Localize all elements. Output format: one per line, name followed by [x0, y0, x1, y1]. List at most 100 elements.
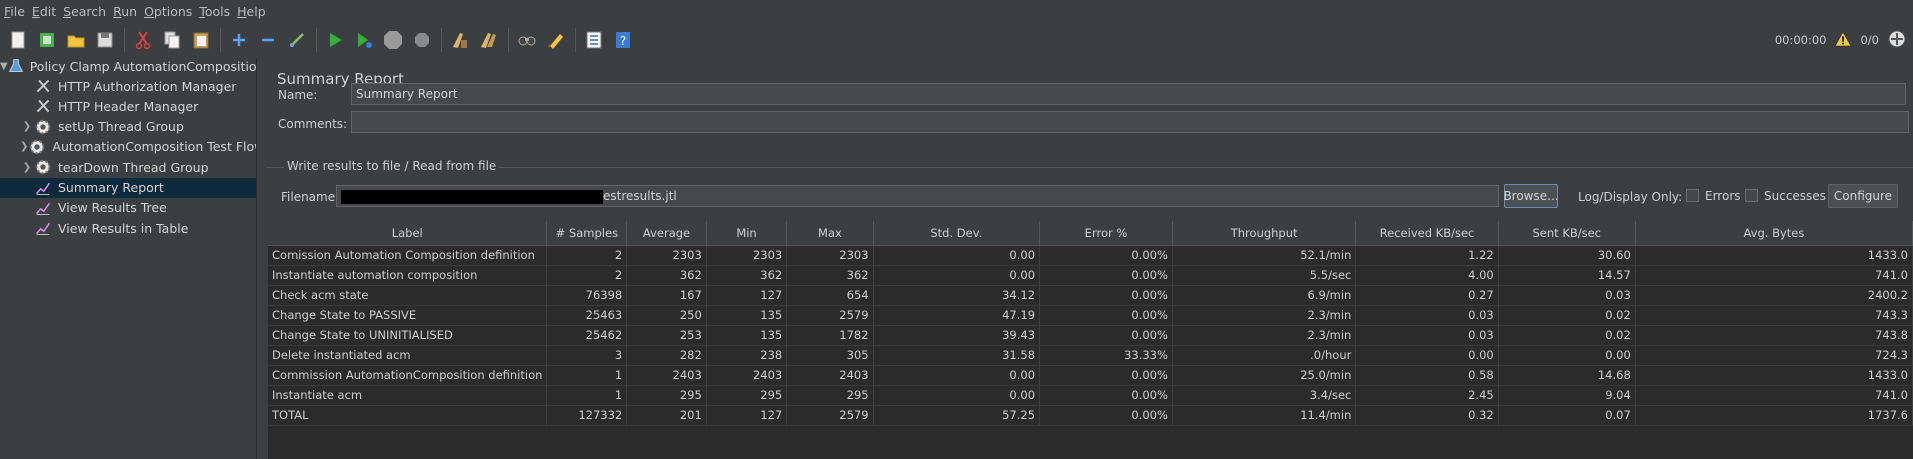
table-cell: Instantiate automation composition	[268, 265, 548, 286]
name-field[interactable]: Summary Report	[351, 83, 1906, 105]
table-cell: 1	[546, 365, 628, 386]
active-threads: 0/0	[1860, 33, 1879, 47]
paste-icon[interactable]	[189, 28, 213, 52]
tree-item[interactable]: HTTP Header Manager	[0, 96, 256, 116]
toggle-icon[interactable]	[285, 28, 309, 52]
stop-icon[interactable]	[381, 28, 405, 52]
clear-icon[interactable]	[448, 28, 472, 52]
column-header[interactable]: Std. Dev.	[873, 221, 1041, 246]
column-header[interactable]: Max	[786, 221, 874, 246]
remote-icon[interactable]	[1887, 29, 1907, 52]
new-icon[interactable]	[6, 28, 30, 52]
function-helper-icon[interactable]	[582, 28, 606, 52]
table-cell: 654	[786, 285, 874, 306]
table-cell: 6.9/min	[1172, 285, 1357, 306]
cut-icon[interactable]	[131, 28, 155, 52]
table-row[interactable]: Check acm state 76398 167 127 654 34.12 0.00% 6…	[268, 285, 1913, 306]
tree-item[interactable]: ❯ setUp Thread Group	[0, 117, 256, 137]
table-cell: Delete instantiated acm	[268, 345, 548, 366]
column-header[interactable]: Label	[268, 221, 548, 246]
clear-all-icon[interactable]	[477, 28, 501, 52]
table-cell: 362	[706, 265, 788, 286]
column-header[interactable]: Avg. Bytes	[1635, 221, 1913, 246]
gear-icon	[34, 158, 52, 176]
tree-item-label: setUp Thread Group	[58, 119, 184, 135]
reset-search-icon[interactable]	[544, 28, 568, 52]
column-header[interactable]: Sent KB/sec	[1498, 221, 1636, 246]
name-label: Name:	[278, 88, 318, 102]
column-header[interactable]: Error %	[1039, 221, 1173, 246]
table-row[interactable]: Instantiate acm 1 295 295 295 0.00 0.00% 3.4/se…	[268, 385, 1913, 406]
column-header[interactable]: Average	[626, 221, 707, 246]
expand-icon[interactable]	[227, 28, 251, 52]
tree-item[interactable]: HTTP Authorization Manager	[0, 76, 256, 96]
save-icon[interactable]	[93, 28, 117, 52]
table-cell: 0.27	[1355, 285, 1499, 306]
open-icon[interactable]	[64, 28, 88, 52]
tree-item[interactable]: View Results Tree	[0, 198, 256, 218]
column-header[interactable]: Received KB/sec	[1355, 221, 1499, 246]
table-row[interactable]: Commission AutomationComposition definit…	[268, 365, 1913, 386]
table-cell: 2.3/min	[1172, 325, 1357, 346]
menu-item[interactable]: Tools	[197, 4, 235, 19]
toolbar-separator	[220, 28, 221, 52]
chevron-right-icon[interactable]: ❯	[20, 162, 34, 173]
menu-item[interactable]: Options	[142, 4, 197, 19]
successes-checkbox[interactable]	[1745, 189, 1758, 202]
collapse-icon[interactable]	[256, 28, 280, 52]
table-cell: 2403	[786, 365, 874, 386]
help-icon[interactable]: ?	[611, 28, 635, 52]
table-row[interactable]: Change State to PASSIVE 25463 250 135 2579 47…	[268, 305, 1913, 326]
browse-button[interactable]: Browse...	[1503, 184, 1559, 208]
table-cell: 238	[706, 345, 788, 366]
table-cell: 0.00	[873, 265, 1041, 286]
tree-item-label: View Results in Table	[58, 220, 189, 236]
warning-icon[interactable]	[1834, 30, 1853, 51]
table-cell: 39.43	[873, 325, 1041, 346]
table-row[interactable]: Instantiate automation composition 2 362 36…	[268, 265, 1913, 286]
tree-root[interactable]: ▼ Policy Clamp AutomationComposition P	[0, 58, 256, 76]
configure-button[interactable]: Configure	[1828, 184, 1898, 208]
menu-item[interactable]: Edit	[30, 4, 61, 19]
chevron-down-icon[interactable]: ▼	[0, 61, 8, 72]
start-no-pause-icon[interactable]	[352, 28, 376, 52]
menu-label: ile	[10, 3, 25, 19]
search-icon[interactable]	[515, 28, 539, 52]
gear-icon	[34, 118, 52, 136]
menu-item[interactable]: Run	[111, 4, 142, 19]
menu-item[interactable]: Help	[235, 4, 271, 19]
tree-item[interactable]: Summary Report	[0, 177, 256, 198]
table-row[interactable]: Delete instantiated acm 3 282 238 305 31.58 33…	[268, 345, 1913, 366]
log-display-label: Log/Display Only:	[1578, 190, 1683, 204]
menu-item[interactable]: File	[2, 4, 30, 19]
start-icon[interactable]	[323, 28, 347, 52]
tree-item[interactable]: ❯ AutomationComposition Test Flow	[0, 137, 256, 157]
menu-mnemonic: R	[113, 3, 122, 19]
table-header: Label # Samples Average Min Max Std. Dev. Erro…	[268, 221, 1913, 246]
column-header[interactable]: # Samples	[546, 221, 628, 246]
column-header[interactable]: Min	[706, 221, 788, 246]
templates-icon[interactable]	[35, 28, 59, 52]
table-cell: 2403	[626, 365, 707, 386]
chevron-right-icon[interactable]: ❯	[20, 121, 34, 132]
comments-field[interactable]	[351, 111, 1909, 133]
menu-label: earch	[71, 3, 107, 19]
table-cell: 0.00%	[1039, 245, 1173, 266]
table-row[interactable]: TOTAL 127332 201 127 2579 57.25 0.00% 11.4/min 0…	[268, 405, 1913, 426]
shutdown-icon[interactable]	[410, 28, 434, 52]
column-header[interactable]: Throughput	[1172, 221, 1357, 246]
table-row[interactable]: Comission Automation Composition definit…	[268, 245, 1913, 266]
chevron-right-icon[interactable]: ❯	[20, 141, 28, 152]
table-cell: 14.68	[1498, 365, 1636, 386]
chart-icon	[34, 179, 52, 197]
table-cell: TOTAL	[268, 405, 548, 426]
errors-checkbox[interactable]	[1686, 189, 1699, 202]
table-row[interactable]: Change State to UNINITIALISED 25462 253 135…	[268, 325, 1913, 346]
menu-mnemonic: S	[63, 3, 72, 19]
copy-icon[interactable]	[160, 28, 184, 52]
tree-item[interactable]: ❯ tearDown Thread Group	[0, 157, 256, 177]
menu-item[interactable]: Search	[61, 4, 111, 19]
table-cell: 127	[706, 405, 788, 426]
filename-field[interactable]: estresults.jtl	[336, 185, 1499, 207]
tree-item[interactable]: View Results in Table	[0, 218, 256, 238]
